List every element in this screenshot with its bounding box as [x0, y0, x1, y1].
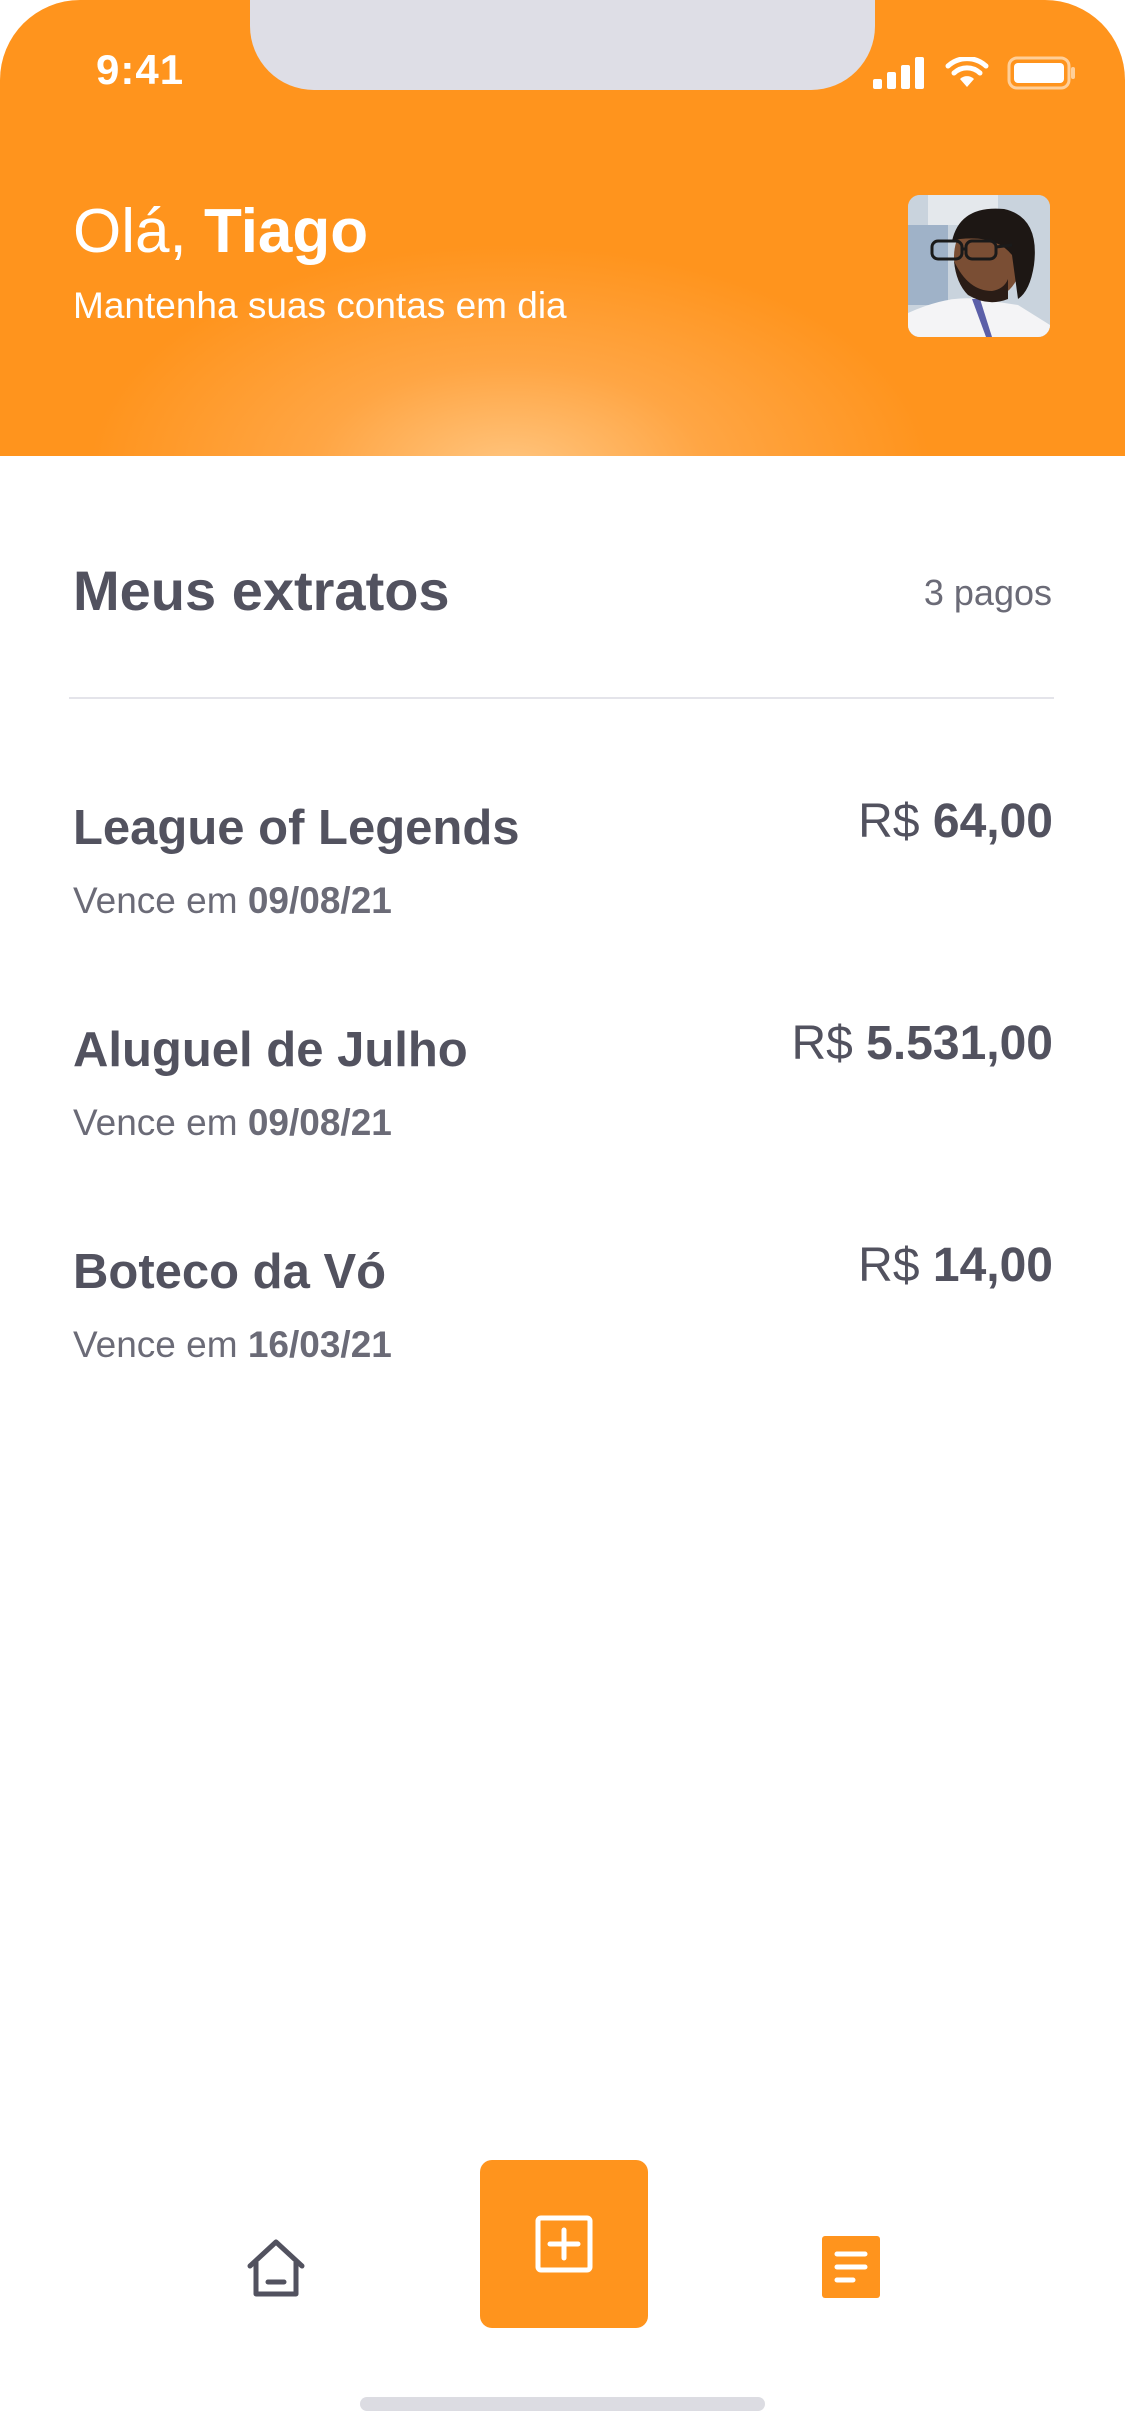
bill-amount: R$ 5.531,00	[791, 1016, 1053, 1071]
battery-icon	[1007, 56, 1075, 90]
header: 9:41 Olá, Tiago Mantenha suas contas em …	[0, 0, 1125, 456]
bill-value: 5.531,00	[866, 1017, 1053, 1070]
bill-title: League of Legends	[73, 801, 520, 855]
bill-due-date: 16/03/21	[247, 1324, 392, 1365]
bill-amount: R$ 64,00	[858, 794, 1053, 849]
bill-due-prefix: Vence em	[73, 1102, 248, 1143]
section-title: Meus extratos	[73, 559, 450, 622]
bill-item[interactable]: Aluguel de Julho Vence em 09/08/21 R$ 5.…	[73, 1017, 1053, 1192]
bill-title: Aluguel de Julho	[73, 1023, 468, 1077]
bill-value: 64,00	[932, 795, 1053, 848]
home-indicator[interactable]	[360, 2397, 765, 2411]
status-time: 9:41	[96, 46, 185, 93]
nav-home-button[interactable]	[244, 2236, 308, 2300]
add-icon	[535, 2215, 593, 2273]
signal-icon	[873, 57, 924, 89]
nav-add-button[interactable]	[480, 2160, 648, 2328]
bill-due: Vence em 09/08/21	[73, 880, 392, 922]
bill-due-prefix: Vence em	[73, 1324, 248, 1365]
avatar-photo	[908, 195, 1050, 337]
user-name: Tiago	[203, 197, 369, 266]
statements-icon	[822, 2236, 880, 2298]
header-subtitle: Mantenha suas contas em dia	[73, 285, 567, 326]
home-icon	[247, 2239, 305, 2297]
divider	[69, 697, 1054, 699]
bill-value: 14,00	[932, 1239, 1053, 1292]
avatar[interactable]	[908, 195, 1050, 337]
bill-currency: R$	[791, 1017, 867, 1070]
bill-amount: R$ 14,00	[858, 1238, 1053, 1293]
bill-item[interactable]: League of Legends Vence em 09/08/21 R$ 6…	[73, 795, 1053, 970]
bill-due: Vence em 09/08/21	[73, 1102, 392, 1144]
greeting: Olá, Tiago	[73, 196, 368, 267]
bill-item[interactable]: Boteco da Vó Vence em 16/03/21 R$ 14,00	[73, 1239, 1053, 1414]
status-icons	[873, 56, 1077, 90]
wifi-icon	[945, 57, 989, 87]
bill-currency: R$	[858, 795, 933, 848]
bill-currency: R$	[858, 1239, 933, 1292]
bill-due-date: 09/08/21	[247, 1102, 392, 1143]
greeting-prefix: Olá,	[73, 197, 204, 266]
paid-count: 3 pagos	[923, 572, 1052, 613]
bill-due-prefix: Vence em	[73, 880, 248, 921]
bill-due: Vence em 16/03/21	[73, 1324, 392, 1366]
bill-due-date: 09/08/21	[247, 880, 392, 921]
bill-title: Boteco da Vó	[73, 1245, 387, 1299]
nav-statements-button[interactable]	[822, 2236, 880, 2298]
device-notch	[250, 0, 875, 90]
